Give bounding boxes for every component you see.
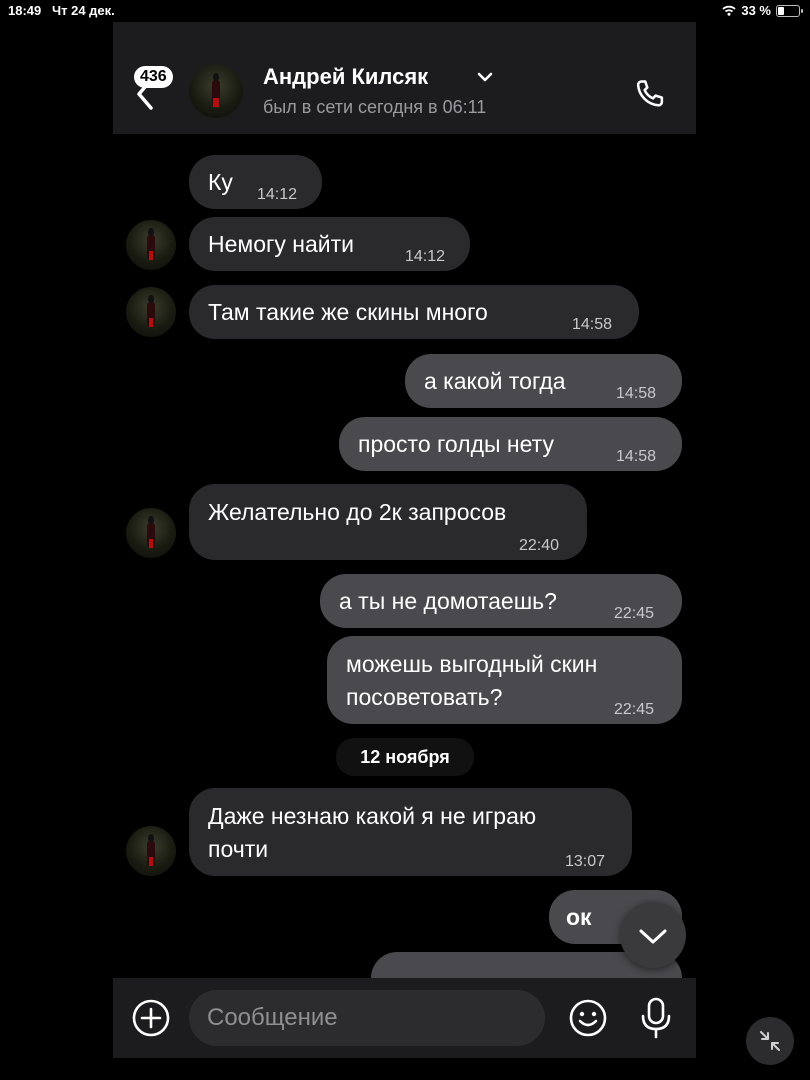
date-separator: 12 ноября — [336, 738, 474, 776]
chat-header: 436 Андрей Килсяк был в сети сегодня в 0… — [113, 22, 696, 134]
scroll-down-button[interactable] — [620, 902, 686, 968]
unread-badge: 436 — [134, 66, 173, 88]
message-text: Ку — [208, 169, 233, 195]
chat-window: 436 Андрей Килсяк был в сети сегодня в 0… — [113, 22, 696, 1058]
message-time: 22:40 — [519, 537, 560, 554]
battery-icon — [776, 4, 803, 17]
message-text: Там такие же скины много — [208, 299, 488, 325]
message-bubble[interactable]: Желательно до 2к запросов 22:40 — [189, 484, 587, 560]
message-text: а ты не домотаешь? — [339, 588, 557, 614]
message-time: 14:58 — [572, 316, 613, 333]
message-text: просто голды нету — [358, 431, 554, 457]
message-bubble[interactable]: Немогу найти 14:12 — [189, 217, 470, 271]
collapse-button[interactable] — [746, 1017, 794, 1065]
message-time: 13:07 — [565, 853, 606, 870]
status-time: 18:49 — [8, 3, 42, 18]
smiley-icon[interactable] — [568, 998, 608, 1038]
message-text: а какой тогда — [424, 368, 566, 394]
collapse-arrows-icon — [760, 1031, 780, 1051]
message-text: Желательно до 2к запросов — [208, 499, 507, 525]
message-bubble[interactable]: а какой тогда 14:58 — [405, 354, 682, 408]
message-text-line: можешь выгодный скин — [346, 651, 598, 677]
status-bar: 18:49 Чт 24 дек. 33 % — [0, 0, 810, 20]
message-bubble[interactable]: Даже незнаю какой я не играю почти 13:07 — [189, 788, 632, 876]
avatar[interactable] — [126, 826, 176, 876]
message-time: 14:12 — [405, 248, 446, 265]
message-bubble[interactable]: Ку 14:12 — [189, 155, 322, 209]
message-time: 14:58 — [616, 448, 657, 465]
chevron-down-icon — [639, 929, 667, 944]
status-right: 33 % — [722, 3, 803, 18]
message-bubble[interactable]: просто голды нету 14:58 — [339, 417, 682, 471]
message-text-line: посоветовать? — [346, 684, 503, 710]
message-time: 14:12 — [257, 186, 298, 203]
microphone-icon[interactable] — [638, 996, 674, 1040]
phone-icon[interactable] — [631, 76, 669, 114]
message-time: 22:45 — [614, 701, 655, 718]
avatar[interactable] — [189, 64, 243, 118]
message-input[interactable] — [189, 990, 545, 1046]
contact-name[interactable]: Андрей Килсяк — [263, 64, 428, 90]
wifi-icon — [722, 5, 736, 16]
message-time: 14:58 — [616, 385, 657, 402]
message-time: 22:45 — [614, 605, 655, 622]
message-composer — [113, 978, 696, 1058]
plus-circle-icon[interactable] — [131, 998, 171, 1038]
message-text: Немогу найти — [208, 231, 355, 257]
avatar[interactable] — [126, 287, 176, 337]
chevron-down-icon[interactable] — [475, 70, 495, 84]
message-text: ок — [566, 904, 592, 930]
message-text-line: почти — [208, 836, 269, 862]
battery-percent: 33 % — [741, 3, 771, 18]
avatar[interactable] — [126, 508, 176, 558]
last-seen: был в сети сегодня в 06:11 — [263, 97, 487, 117]
message-bubble[interactable]: Там такие же скины много 14:58 — [189, 285, 639, 339]
status-date: Чт 24 дек. — [52, 3, 115, 18]
avatar[interactable] — [126, 220, 176, 270]
message-bubble[interactable]: можешь выгодный скин посоветовать? 22:45 — [327, 636, 682, 724]
message-bubble[interactable]: а ты не домотаешь? 22:45 — [320, 574, 682, 628]
message-text-line: Даже незнаю какой я не играю — [208, 803, 537, 829]
